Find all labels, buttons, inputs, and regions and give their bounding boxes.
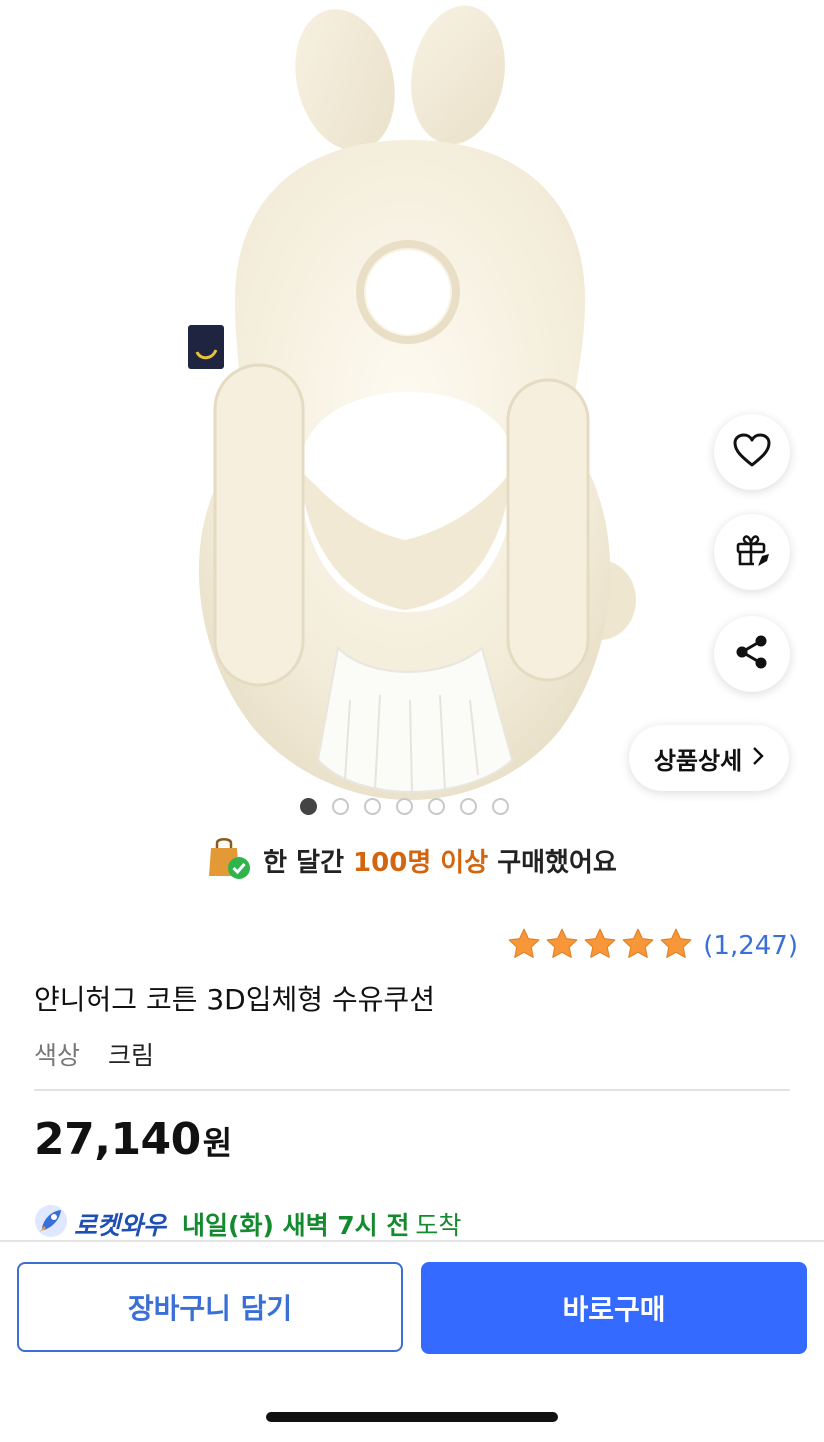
gift-icon <box>732 530 772 574</box>
carousel-dot[interactable] <box>460 798 477 815</box>
purchase-count-banner: 한 달간 100명 이상 구매했어요 <box>0 834 824 886</box>
product-title: 얀니허그 코튼 3D입체형 수유쿠션 <box>34 983 435 1016</box>
star-icon <box>583 927 617 965</box>
divider <box>34 1089 790 1091</box>
product-image[interactable] <box>0 0 824 830</box>
share-button[interactable] <box>714 616 790 692</box>
carousel-dot[interactable] <box>428 798 445 815</box>
share-icon <box>732 632 772 676</box>
review-count: (1,247) <box>703 931 798 961</box>
detail-chip-label: 상품상세 <box>653 746 743 775</box>
option-value: 크림 <box>107 1041 154 1070</box>
selected-option: 색상 크림 <box>34 1036 154 1072</box>
star-icon <box>507 927 541 965</box>
star-icon <box>545 927 579 965</box>
chevron-right-icon <box>752 744 764 772</box>
star-icon <box>621 927 655 965</box>
social-proof-suffix: 구매했어요 <box>497 847 617 878</box>
home-indicator[interactable] <box>266 1412 558 1422</box>
option-label: 색상 <box>34 1041 81 1070</box>
wishlist-button[interactable] <box>714 414 790 490</box>
product-illustration <box>188 5 636 800</box>
carousel-dot-active[interactable] <box>300 798 317 815</box>
rocket-icon <box>34 1204 68 1244</box>
price-amount: 27,140 <box>34 1114 201 1165</box>
carousel-dot[interactable] <box>364 798 381 815</box>
star-icon <box>659 927 693 965</box>
buy-now-button[interactable]: 바로구매 <box>421 1262 807 1354</box>
delivery-arrive: 도착 <box>415 1211 462 1240</box>
carousel-dot[interactable] <box>396 798 413 815</box>
gift-button[interactable] <box>714 514 790 590</box>
rocket-wow-label: 로켓와우 <box>74 1211 167 1240</box>
carousel-dot[interactable] <box>492 798 509 815</box>
heart-icon <box>732 432 772 472</box>
delivery-info: 로켓와우 내일(화) 새벽 7시 전 도착 <box>34 1204 461 1244</box>
price-unit: 원 <box>202 1124 233 1162</box>
carousel-indicator <box>300 798 530 820</box>
delivery-eta: 내일(화) 새벽 7시 전 <box>182 1211 410 1240</box>
price: 27,140원 <box>34 1114 232 1165</box>
shopping-bag-check-icon <box>207 834 251 887</box>
rating-summary[interactable]: (1,247) <box>507 926 798 966</box>
social-proof-highlight: 100명 이상 <box>353 847 489 878</box>
add-to-cart-button[interactable]: 장바구니 담기 <box>17 1262 403 1352</box>
social-proof-prefix: 한 달간 <box>263 847 344 878</box>
carousel-dot[interactable] <box>332 798 349 815</box>
rating-stars <box>507 927 693 965</box>
product-detail-chip[interactable]: 상품상세 <box>629 725 789 791</box>
